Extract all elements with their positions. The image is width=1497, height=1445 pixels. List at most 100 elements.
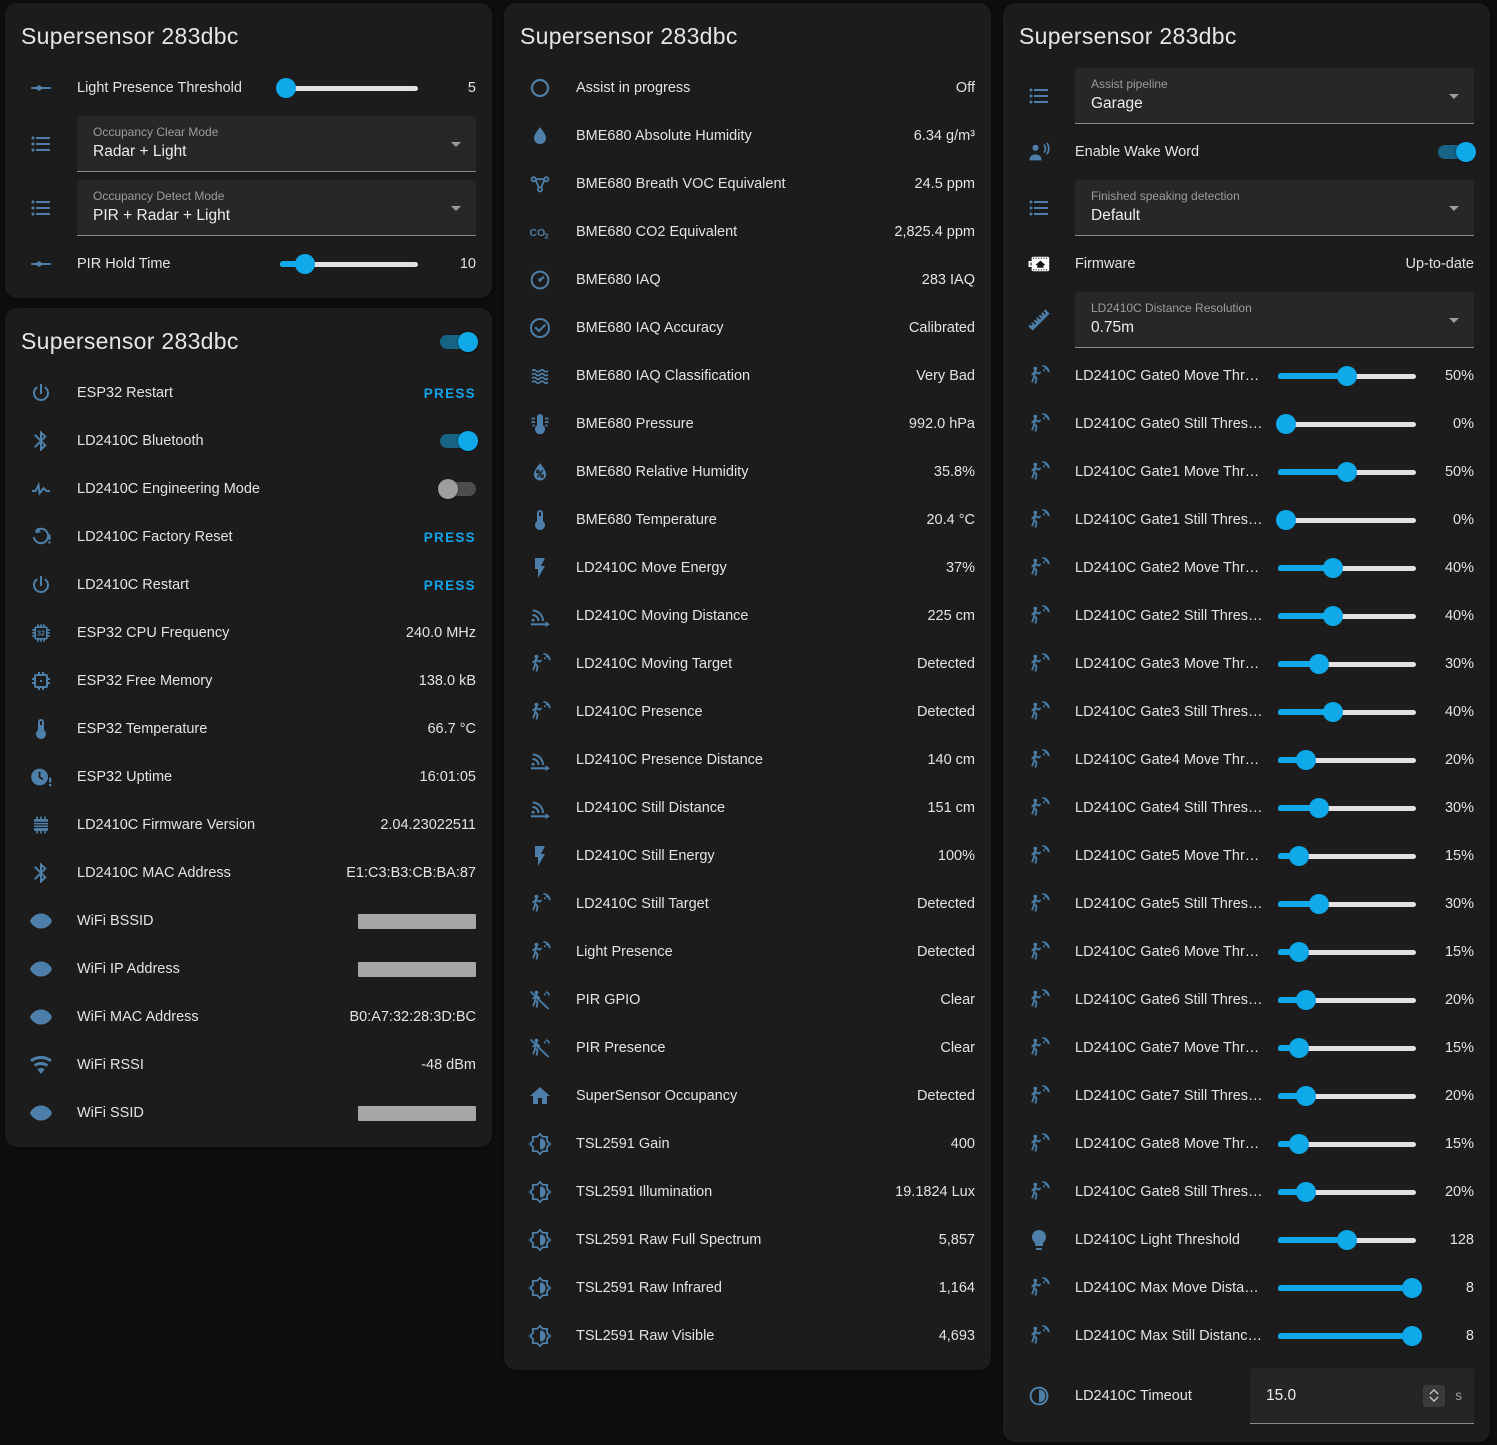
entity-row[interactable]: TSL2591 Gain400 [504, 1120, 991, 1168]
entity-row[interactable]: LD2410C Move Energy37% [504, 544, 991, 592]
entity-row[interactable]: TSL2591 Raw Infrared1,164 [504, 1264, 991, 1312]
entity-row[interactable]: BME680 Pressure992.0 hPa [504, 400, 991, 448]
entity-row[interactable]: LD2410C Firmware Version2.04.23022511 [5, 801, 492, 849]
press-button[interactable]: PRESS [424, 578, 476, 593]
slider[interactable] [1278, 702, 1416, 722]
entity-row[interactable]: BME680 Breath VOC Equivalent24.5 ppm [504, 160, 991, 208]
slider[interactable] [1278, 1182, 1416, 1202]
slider-thumb[interactable] [1276, 510, 1296, 530]
slider[interactable] [1278, 1278, 1416, 1298]
select-field[interactable]: Assist pipelineGarage [1075, 68, 1474, 124]
slider[interactable] [1278, 1230, 1416, 1250]
entity-row[interactable]: LD2410C Presence Distance140 cm [504, 736, 991, 784]
select-field[interactable]: Occupancy Clear ModeRadar + Light [77, 116, 476, 172]
slider[interactable] [1278, 414, 1416, 434]
slider-thumb[interactable] [276, 78, 296, 98]
slider-thumb[interactable] [1323, 702, 1343, 722]
slider[interactable] [1278, 1038, 1416, 1058]
entity-row[interactable]: WiFi RSSI-48 dBm [5, 1041, 492, 1089]
slider[interactable] [1278, 606, 1416, 626]
entity-row[interactable]: Light PresenceDetected [504, 928, 991, 976]
entity-row[interactable]: SuperSensor OccupancyDetected [504, 1072, 991, 1120]
slider[interactable] [280, 78, 418, 98]
entity-row[interactable]: BME680 Relative Humidity35.8% [504, 448, 991, 496]
select-field[interactable]: LD2410C Distance Resolution0.75m [1075, 292, 1474, 348]
entity-row[interactable]: BME680 IAQ ClassificationVery Bad [504, 352, 991, 400]
entity-row[interactable]: WiFi BSSID [5, 897, 492, 945]
slider-thumb[interactable] [1402, 1326, 1422, 1346]
slider-thumb[interactable] [1289, 1038, 1309, 1058]
entity-row[interactable]: BME680 IAQ AccuracyCalibrated [504, 304, 991, 352]
entity-row[interactable]: FirmwareUp-to-date [1003, 240, 1490, 288]
entity-row[interactable]: LD2410C PresenceDetected [504, 688, 991, 736]
slider-thumb[interactable] [1402, 1278, 1422, 1298]
slider[interactable] [1278, 462, 1416, 482]
slider[interactable] [1278, 558, 1416, 578]
slider[interactable] [1278, 798, 1416, 818]
entity-row[interactable]: TSL2591 Raw Full Spectrum5,857 [504, 1216, 991, 1264]
entity-row[interactable]: BME680 Temperature20.4 °C [504, 496, 991, 544]
slider-thumb[interactable] [1309, 654, 1329, 674]
slider[interactable] [1278, 990, 1416, 1010]
entity-row[interactable]: WiFi IP Address [5, 945, 492, 993]
slider-thumb[interactable] [1289, 846, 1309, 866]
entity-row[interactable]: 32ESP32 CPU Frequency240.0 MHz [5, 609, 492, 657]
select-field[interactable]: Occupancy Detect ModePIR + Radar + Light [77, 180, 476, 236]
entity-toggle[interactable] [440, 434, 476, 448]
stepper-up-icon[interactable] [1429, 1389, 1439, 1395]
entity-row[interactable]: ESP32 Uptime16:01:05 [5, 753, 492, 801]
slider-thumb[interactable] [295, 254, 315, 274]
entity-row[interactable]: WiFi SSID [5, 1089, 492, 1137]
slider[interactable] [280, 254, 418, 274]
slider[interactable] [1278, 1086, 1416, 1106]
slider-thumb[interactable] [1323, 558, 1343, 578]
slider[interactable] [1278, 654, 1416, 674]
slider[interactable] [1278, 1134, 1416, 1154]
entity-row[interactable]: LD2410C Still Distance151 cm [504, 784, 991, 832]
entity-row[interactable]: ESP32 Temperature66.7 °C [5, 705, 492, 753]
toggle-thumb[interactable] [458, 332, 478, 352]
entity-row[interactable]: BME680 IAQ283 IAQ [504, 256, 991, 304]
slider[interactable] [1278, 1326, 1416, 1346]
slider-thumb[interactable] [1309, 798, 1329, 818]
entity-row[interactable]: LD2410C Moving TargetDetected [504, 640, 991, 688]
entity-row[interactable]: LD2410C Still Energy100% [504, 832, 991, 880]
slider-thumb[interactable] [1337, 462, 1357, 482]
stepper[interactable] [1423, 1385, 1445, 1407]
entity-row[interactable]: TSL2591 Raw Visible4,693 [504, 1312, 991, 1360]
slider-thumb[interactable] [1337, 1230, 1357, 1250]
slider[interactable] [1278, 846, 1416, 866]
entity-row[interactable]: TSL2591 Illumination19.1824 Lux [504, 1168, 991, 1216]
slider-thumb[interactable] [1289, 1134, 1309, 1154]
slider-thumb[interactable] [1309, 894, 1329, 914]
select-field[interactable]: Finished speaking detectionDefault [1075, 180, 1474, 236]
entity-row[interactable]: ESP32 Free Memory138.0 kB [5, 657, 492, 705]
toggle-thumb[interactable] [458, 431, 478, 451]
entity-toggle[interactable] [1438, 145, 1474, 159]
toggle-thumb[interactable] [1456, 142, 1476, 162]
slider[interactable] [1278, 894, 1416, 914]
slider-thumb[interactable] [1296, 1182, 1316, 1202]
entity-row[interactable]: CO2BME680 CO2 Equivalent2,825.4 ppm [504, 208, 991, 256]
entity-row[interactable]: WiFi MAC AddressB0:A7:32:28:3D:BC [5, 993, 492, 1041]
slider[interactable] [1278, 750, 1416, 770]
card-power-toggle[interactable] [440, 335, 476, 349]
number-input[interactable]: 15.0s [1250, 1368, 1474, 1424]
slider-thumb[interactable] [1289, 942, 1309, 962]
entity-row[interactable]: PIR PresenceClear [504, 1024, 991, 1072]
slider-thumb[interactable] [1323, 606, 1343, 626]
press-button[interactable]: PRESS [424, 386, 476, 401]
slider[interactable] [1278, 366, 1416, 386]
entity-toggle[interactable] [440, 482, 476, 496]
entity-row[interactable]: BME680 Absolute Humidity6.34 g/m³ [504, 112, 991, 160]
slider-thumb[interactable] [1296, 750, 1316, 770]
entity-row[interactable]: Assist in progressOff [504, 64, 991, 112]
toggle-thumb[interactable] [438, 479, 458, 499]
slider-thumb[interactable] [1276, 414, 1296, 434]
entity-row[interactable]: LD2410C Moving Distance225 cm [504, 592, 991, 640]
press-button[interactable]: PRESS [424, 530, 476, 545]
slider-thumb[interactable] [1296, 990, 1316, 1010]
slider-thumb[interactable] [1337, 366, 1357, 386]
slider[interactable] [1278, 510, 1416, 530]
entity-row[interactable]: LD2410C MAC AddressE1:C3:B3:CB:BA:87 [5, 849, 492, 897]
